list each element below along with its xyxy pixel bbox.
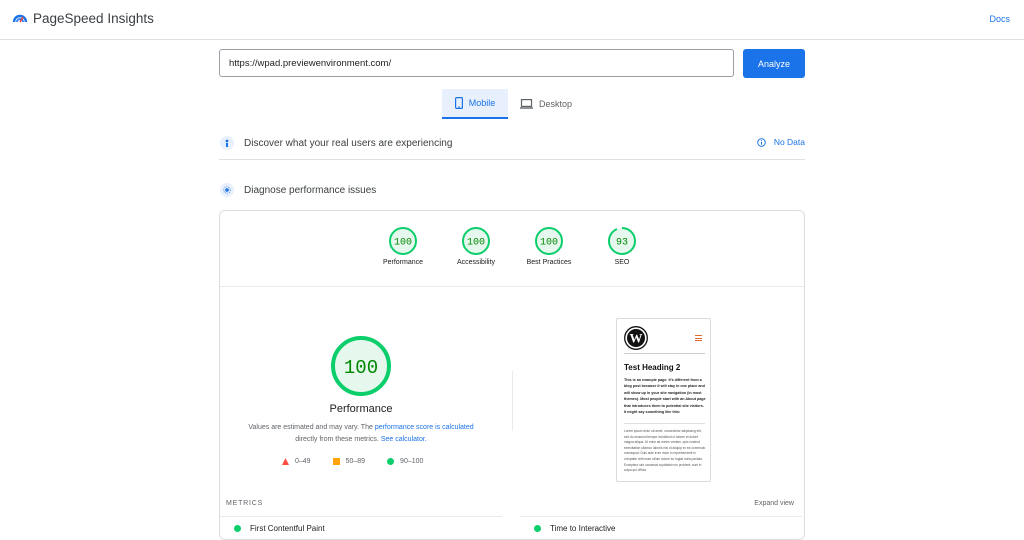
legend-fail: 0–49: [282, 458, 311, 465]
score-label: Performance: [382, 259, 424, 266]
legend-average-label: 50–89: [345, 458, 366, 465]
svg-text:W: W: [630, 331, 643, 346]
score-label: Best Practices: [526, 259, 572, 266]
square-icon: [332, 458, 340, 465]
tab-desktop[interactable]: Desktop: [518, 89, 584, 119]
see-calculator-link[interactable]: See calculator.: [381, 436, 427, 443]
lab-data-title: Diagnose performance issues: [244, 184, 377, 196]
menu-icon: [695, 335, 702, 341]
tab-desktop-label: Desktop: [539, 99, 573, 109]
divider: [624, 353, 705, 354]
score-gauge-accessibility[interactable]: 100 Accessibility: [446, 226, 506, 266]
divider: [624, 423, 705, 424]
divider: [512, 371, 513, 431]
metric-name: Time to Interactive: [550, 524, 616, 533]
preview-quote: Lorem ipsum dolor sit amet, consectetur …: [624, 429, 706, 473]
desc-text-2: directly from these metrics.: [295, 436, 381, 443]
wordpress-logo-icon: W: [624, 326, 648, 350]
performance-score-link[interactable]: performance score is calculated: [375, 424, 474, 431]
report-card: 100 Performance 100 Accessibility 100 Be…: [219, 210, 805, 540]
performance-score: 100: [344, 357, 378, 379]
performance-title: Performance: [329, 403, 393, 415]
top-bar: PageSpeed Insights Docs: [0, 0, 1024, 40]
score-value: 100: [467, 238, 485, 249]
expand-view-button[interactable]: Expand view: [754, 500, 794, 507]
url-input[interactable]: [219, 49, 734, 77]
app-title: PageSpeed Insights: [33, 11, 154, 26]
score-gauge-performance[interactable]: 100 Performance: [373, 226, 433, 266]
no-data-label: No Data: [773, 137, 805, 147]
desc-text: Values are estimated and may vary. The: [248, 424, 375, 431]
tab-mobile-label: Mobile: [468, 98, 496, 108]
no-data-status: No Data: [757, 137, 805, 147]
preview-paragraph: This is an example page. It's different …: [624, 378, 706, 415]
pagespeed-logo-icon: [12, 14, 28, 23]
gauge-ring: 100: [535, 227, 563, 255]
docs-link[interactable]: Docs: [989, 14, 1010, 24]
legend-average: 50–89: [332, 458, 366, 465]
field-data-title: Discover what your real users are experi…: [244, 137, 453, 149]
score-value: 100: [540, 238, 558, 249]
score-legend: 0–49 50–89 90–100: [282, 458, 445, 465]
legend-pass-label: 90–100: [400, 458, 424, 465]
circle-icon: [387, 458, 395, 465]
users-icon: [220, 136, 234, 150]
metric-name: First Contentful Paint: [250, 524, 325, 533]
desktop-icon: [520, 99, 533, 109]
score-value: 93: [616, 238, 628, 249]
score-gauge-seo[interactable]: 93 SEO: [592, 226, 652, 266]
triangle-icon: [282, 458, 289, 465]
tab-mobile[interactable]: Mobile: [442, 89, 508, 119]
page-screenshot-preview: W Test Heading 2 This is an example page…: [616, 318, 711, 482]
gauge-ring: 93: [608, 227, 636, 255]
score-gauge-best-practices[interactable]: 100 Best Practices: [519, 226, 579, 266]
gauge-ring: 100: [462, 227, 490, 255]
divider: [220, 286, 804, 287]
performance-description: Values are estimated and may vary. The p…: [220, 422, 502, 446]
legend-pass: 90–100: [387, 458, 423, 465]
score-label: Accessibility: [456, 259, 496, 266]
score-value: 100: [394, 238, 412, 249]
info-icon: [757, 137, 766, 147]
analyze-button[interactable]: Analyze: [743, 49, 805, 78]
metrics-heading: METRICS: [226, 500, 264, 507]
mobile-icon: [454, 97, 463, 109]
performance-big-gauge: 100: [331, 336, 391, 396]
preview-heading: Test Heading 2: [624, 363, 681, 372]
lab-icon: [220, 183, 234, 197]
metric-row: First Contentful Paint: [220, 516, 502, 540]
lab-data-section: Diagnose performance issues: [219, 175, 805, 205]
field-data-section[interactable]: Discover what your real users are experi…: [219, 127, 805, 160]
legend-fail-label: 0–49: [295, 458, 311, 465]
score-label: SEO: [614, 259, 630, 266]
gauge-ring: 100: [389, 227, 417, 255]
metric-row: Time to Interactive: [520, 516, 802, 540]
